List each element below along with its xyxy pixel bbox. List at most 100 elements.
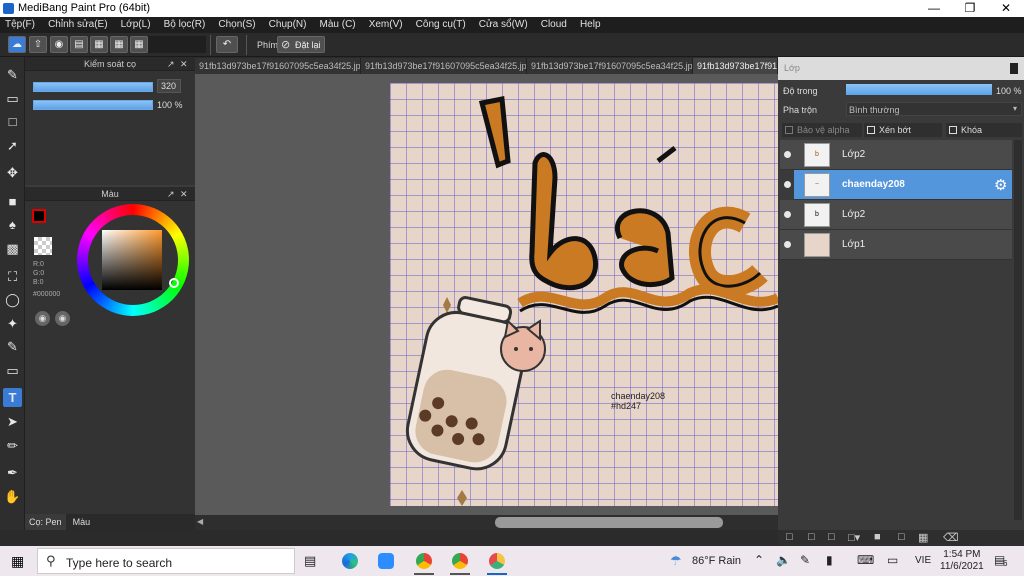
chevron-up-icon[interactable]: ⌃: [754, 553, 764, 567]
close-icon[interactable]: ✕: [180, 187, 188, 201]
operation-tool-icon[interactable]: ➤: [3, 412, 22, 431]
scroll-left-icon[interactable]: ◀: [197, 517, 203, 526]
transparent-swatch[interactable]: [34, 237, 52, 255]
document-icon[interactable]: ▦: [90, 36, 108, 53]
shape-tool-icon[interactable]: □: [3, 112, 22, 131]
close-icon[interactable]: ✕: [180, 57, 188, 71]
task-view-icon[interactable]: ▤: [304, 553, 316, 569]
popout-icon[interactable]: ↗: [167, 57, 175, 71]
visibility-icon[interactable]: [784, 211, 791, 218]
language-indicator[interactable]: VIE: [915, 555, 931, 566]
blend-mode-select[interactable]: Bình thường ▾: [846, 102, 1022, 116]
menu-capture[interactable]: Chụp(N): [264, 17, 312, 33]
menu-select[interactable]: Chọn(S): [213, 17, 260, 33]
weather-text[interactable]: 86°F Rain: [692, 555, 741, 567]
menu-file[interactable]: Tệp(F): [0, 17, 40, 33]
add-layer-dropdown-icon[interactable]: □▾: [848, 531, 860, 544]
transfer-icon[interactable]: ▦: [918, 531, 928, 544]
select-eraser-icon[interactable]: ▭: [3, 361, 22, 380]
select-pen-icon[interactable]: ✎: [3, 337, 22, 356]
chat-icon[interactable]: ▤: [70, 36, 88, 53]
bucket-tool-icon[interactable]: ♠: [3, 215, 22, 234]
menu-view[interactable]: Xem(V): [364, 17, 408, 33]
eyedropper-icon[interactable]: ✏: [3, 436, 22, 455]
merge-icon[interactable]: □: [898, 531, 905, 543]
hue-ring[interactable]: [77, 204, 189, 316]
lasso-icon[interactable]: ◯: [3, 290, 22, 309]
menu-edit[interactable]: Chỉnh sửa(E): [43, 17, 113, 33]
edge-icon[interactable]: [342, 553, 358, 569]
visibility-icon[interactable]: [784, 181, 791, 188]
menu-cloud[interactable]: Cloud: [536, 17, 572, 33]
visibility-icon[interactable]: [784, 151, 791, 158]
grid-icon[interactable]: ▦: [110, 36, 128, 53]
clock[interactable]: 1:54 PM 11/6/2021: [940, 549, 984, 573]
reset-button[interactable]: ⊘ Đặt lại: [277, 36, 325, 53]
scrollbar-thumb[interactable]: [495, 517, 723, 528]
document-tab[interactable]: 91fb13d973be17f91607095c5ea34f25.jpg: [195, 58, 361, 74]
menu-color[interactable]: Màu (C): [315, 17, 361, 33]
network-icon[interactable]: ▭: [887, 553, 898, 567]
pen-icon[interactable]: ✎: [800, 553, 810, 567]
cloud-icon[interactable]: ☁: [8, 36, 26, 53]
move-tool-icon[interactable]: ✥: [3, 163, 22, 182]
menu-filter[interactable]: Bộ lọc(R): [159, 17, 211, 33]
chrome-profile-icon[interactable]: [452, 553, 468, 569]
canvas[interactable]: chaenday208 #hd247: [390, 83, 778, 506]
tab-color[interactable]: Màu: [69, 514, 95, 530]
copy-layer-icon[interactable]: □: [828, 531, 835, 543]
gradient-tool-icon[interactable]: ▩: [3, 239, 22, 258]
protect-alpha-checkbox[interactable]: Bảo vệ alpha: [782, 123, 862, 137]
new-layer-icon[interactable]: □: [786, 531, 793, 543]
zoom-icon[interactable]: [378, 553, 394, 569]
menu-window[interactable]: Cửa sổ(W): [474, 17, 533, 33]
document-tab[interactable]: 91fb13d973be17f91607095c5ea34f25.jpg: [361, 58, 527, 74]
windows-start-icon[interactable]: ▦: [11, 553, 24, 570]
lock-checkbox[interactable]: Khóa: [946, 123, 1022, 137]
horizontal-scrollbar[interactable]: ◀: [195, 515, 778, 530]
trash-icon[interactable]: ⌫: [943, 531, 959, 544]
close-button[interactable]: ✕: [988, 0, 1024, 17]
menu-help[interactable]: Help: [575, 17, 606, 33]
brush-size-field[interactable]: 320: [157, 79, 181, 93]
fill-rect-tool-icon[interactable]: ■: [3, 192, 22, 211]
undo-icon[interactable]: ↶: [216, 36, 238, 53]
layout-icon[interactable]: ▦: [130, 36, 148, 53]
saturation-value-square[interactable]: [102, 230, 162, 290]
tab-pen[interactable]: Cọ: Pen: [25, 514, 66, 530]
layer-row[interactable]: b Lớp2: [780, 200, 1012, 230]
foreground-color-swatch[interactable]: [32, 209, 46, 223]
hand-tool-icon[interactable]: ✋: [3, 487, 22, 506]
chrome-icon[interactable]: [416, 553, 432, 569]
layer-opacity-slider[interactable]: [846, 84, 992, 95]
clipping-checkbox[interactable]: Xén bớt: [864, 123, 942, 137]
visibility-icon[interactable]: [784, 241, 791, 248]
battery-icon[interactable]: ▮: [826, 553, 833, 567]
document-tab[interactable]: 91fb13d973be17f91607095c5ea34f25.jpg: [527, 58, 693, 74]
keyboard-icon[interactable]: ⌨: [857, 553, 874, 567]
menu-tools[interactable]: Công cụ(T): [411, 17, 471, 33]
picker-icon[interactable]: ✒: [3, 463, 22, 482]
brush-size-slider[interactable]: [33, 82, 153, 92]
weather-icon[interactable]: ☂: [670, 553, 682, 569]
menu-layer[interactable]: Lớp(L): [116, 17, 156, 33]
maximize-button[interactable]: ❐: [952, 0, 988, 17]
speaker-icon[interactable]: 🔈: [776, 553, 791, 567]
layer-row[interactable]: Lớp1: [780, 230, 1012, 260]
layer-row-selected[interactable]: ~ chaenday208 ⚙: [784, 170, 1012, 200]
gear-icon[interactable]: ⚙: [994, 176, 1007, 194]
palette-icon[interactable]: ◉: [35, 311, 50, 326]
eraser-tool-icon[interactable]: ▭: [3, 89, 22, 108]
brush-opacity-slider[interactable]: [33, 100, 153, 110]
brush-tool-icon[interactable]: ✎: [3, 65, 22, 84]
taskbar-search[interactable]: ⚲ Type here to search: [37, 548, 295, 574]
folder-icon[interactable]: ■: [874, 531, 881, 543]
share-icon[interactable]: ⇧: [29, 36, 47, 53]
popout-icon[interactable]: ↗: [167, 187, 175, 201]
select-rect-icon[interactable]: ⛶: [3, 267, 22, 286]
document-tab-active[interactable]: 91fb13d973be17f91607095c5ea34f25.jpg: [693, 58, 778, 74]
hue-handle[interactable]: [169, 278, 179, 288]
medibang-app-icon[interactable]: [489, 553, 505, 569]
duplicate-layer-icon[interactable]: □: [808, 531, 815, 543]
layers-scrollbar[interactable]: [1014, 140, 1022, 520]
